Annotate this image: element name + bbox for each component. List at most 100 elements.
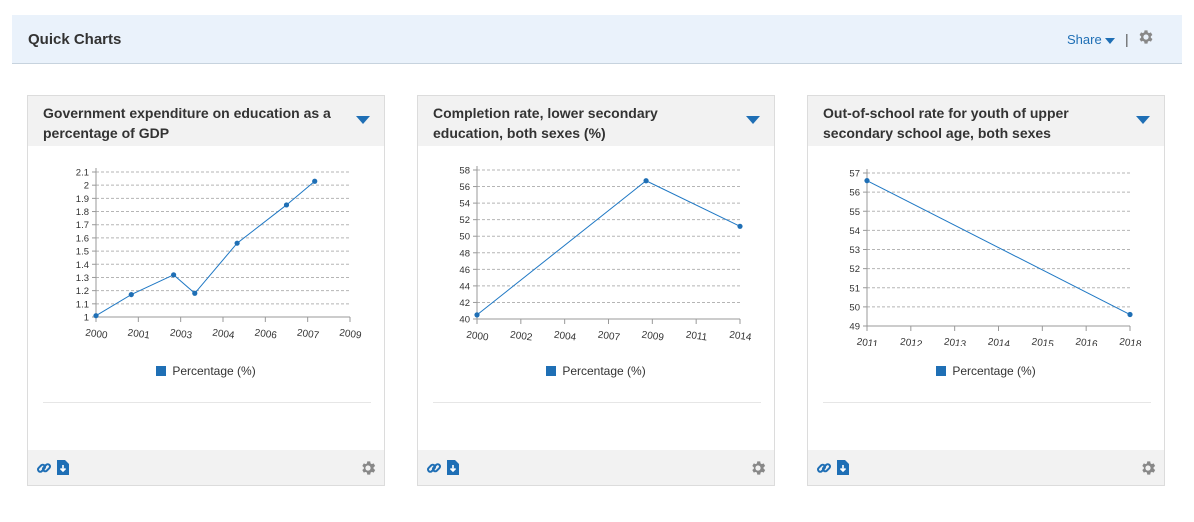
card-menu-caret-icon[interactable] [746,116,760,124]
y-tick-label: 46 [459,265,470,276]
caret-down-icon [1104,37,1115,44]
x-tick-label: 2013 [943,337,967,346]
data-point[interactable] [283,202,290,208]
chart-card: Out-of-school rate for youth of upper se… [807,95,1165,486]
x-tick-label: 2009 [339,328,363,342]
line-chart: 1 1.1 1.2 1.3 1.4 1.5 1.6 1.7 1.8 1.9 2 2.1 2000 2001… [76,168,363,342]
share-label: Share [1067,32,1102,47]
data-point[interactable] [192,290,198,296]
y-tick-label: 54 [849,226,860,237]
download-icon[interactable] [446,459,461,476]
y-tick-label: 48 [459,248,470,259]
y-tick-label: 1.7 [76,220,89,231]
card-menu-caret-icon[interactable] [356,116,370,124]
y-tick-label: 1.5 [76,247,89,258]
y-tick-label: 55 [849,207,860,218]
y-tick-label: 1.1 [76,299,89,310]
chart-legend[interactable]: Percentage (%) [808,364,1164,378]
x-tick-label: 2011 [685,330,708,344]
gear-icon[interactable] [359,459,377,477]
x-tick-label: 2012 [899,337,923,346]
x-tick-label: 2000 [85,328,109,342]
download-icon[interactable] [56,459,71,476]
legend-swatch [156,366,167,376]
y-tick-label: 2 [84,181,89,192]
gear-icon[interactable] [749,459,767,477]
data-point[interactable] [474,312,480,318]
y-tick-label: 51 [849,283,860,294]
y-tick-label: 53 [849,245,860,256]
y-tick-label: 52 [459,215,470,226]
chart-card: Government expenditure on education as a… [27,95,385,486]
x-tick-label: 2007 [597,330,621,344]
y-tick-label: 1.3 [76,273,89,284]
card-header: Government expenditure on education as a… [28,96,384,146]
y-tick-label: 56 [849,188,860,199]
share-button[interactable]: Share [1067,32,1115,47]
divider [823,402,1151,403]
card-footer [808,450,1164,485]
data-point[interactable] [864,178,870,184]
y-tick-label: 50 [849,302,860,313]
x-tick-label: 2011 [856,337,879,346]
data-point[interactable] [643,178,649,184]
x-tick-label: 2016 [1075,337,1099,346]
y-tick-label: 57 [849,169,860,180]
y-tick-label: 1.4 [76,260,89,271]
x-tick-label: 2007 [296,328,320,342]
legend-swatch [546,366,557,376]
x-tick-label: 2018 [1119,337,1143,346]
x-tick-label: 2004 [553,330,577,344]
x-tick-label: 2002 [509,330,533,344]
data-point[interactable] [93,313,99,319]
series-line [866,180,1131,315]
y-tick-label: 2.1 [76,168,89,179]
data-point[interactable] [737,223,743,229]
y-tick-label: 42 [459,298,470,309]
legend-label: Percentage (%) [952,364,1036,378]
card-footer [418,450,774,485]
gear-icon[interactable] [1139,459,1157,477]
y-tick-label: 49 [849,322,860,333]
download-icon[interactable] [836,459,851,476]
separator: | [1125,31,1129,47]
chart-card: Completion rate, lower secondary educati… [417,95,775,486]
data-point[interactable] [128,291,134,298]
chart-legend[interactable]: Percentage (%) [418,364,774,378]
card-menu-caret-icon[interactable] [1136,116,1150,124]
series-line [95,180,316,317]
data-point[interactable] [234,240,240,246]
chart-legend[interactable]: Percentage (%) [28,364,384,378]
data-point[interactable] [1127,311,1133,318]
gear-icon[interactable] [1137,28,1155,46]
data-point[interactable] [171,272,177,278]
link-icon[interactable] [816,460,832,476]
y-tick-label: 52 [849,264,860,275]
x-tick-label: 2003 [169,328,193,342]
y-tick-label: 44 [459,281,470,292]
y-tick-label: 58 [459,166,470,177]
y-tick-label: 1.9 [76,194,89,205]
card-title: Out-of-school rate for youth of upper se… [823,105,1069,141]
y-tick-label: 1.2 [76,286,89,297]
data-point[interactable] [312,178,318,184]
y-tick-label: 1 [84,313,89,324]
card-title: Government expenditure on education as a… [43,105,331,141]
link-icon[interactable] [36,460,52,476]
card-header: Out-of-school rate for youth of upper se… [808,96,1164,146]
x-tick-label: 2004 [212,328,236,342]
line-chart: 49 50 51 52 53 54 55 56 57 2011 2012 2013 2014 2015 20… [849,169,1143,347]
y-tick-label: 54 [459,199,470,210]
card-title: Completion rate, lower secondary educati… [433,105,658,141]
card-footer [28,450,384,485]
divider [43,402,371,403]
link-icon[interactable] [426,460,442,476]
x-tick-label: 2009 [641,330,665,344]
legend-label: Percentage (%) [172,364,256,378]
series-line [476,180,741,316]
y-tick-label: 1.8 [76,207,89,218]
x-tick-label: 2001 [127,328,151,342]
y-tick-label: 56 [459,182,470,193]
y-tick-label: 50 [459,232,470,243]
x-tick-label: 2014 [987,337,1011,346]
